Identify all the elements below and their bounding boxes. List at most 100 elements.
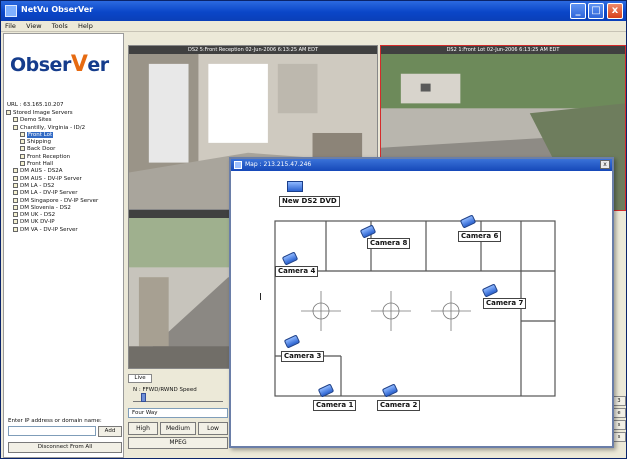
ip-address-input[interactable] [8,426,96,436]
camera-node-icon [20,161,25,167]
camera-caption: DS2 5:Front Reception 02-Jun-2006 6:13:2… [129,46,377,54]
ip-prompt-label: Enter IP address or domain name: [8,418,102,424]
tree-item-label: Demo Sites [20,117,52,124]
right-strip-item[interactable]: e [612,408,626,418]
close-button[interactable]: x [607,3,623,19]
dvd-label[interactable]: New DS2 DVD [279,196,340,207]
camera-node-icon [20,153,25,159]
server-node-icon [13,204,18,210]
camera-6-label[interactable]: Camera 6 [458,231,502,242]
tree-item-label: DM AUS - DS2A [20,168,63,175]
mpeg-button[interactable]: MPEG [128,437,228,449]
tree-item[interactable]: DM LA - DV-IP Server [6,190,124,197]
tree-item-label: DM Singapore - DV-IP Server [20,197,99,204]
tree-item-label: Stored Image Servers [13,110,73,116]
tree-item[interactable]: DM AUS - DV-IP Server [6,175,124,183]
server-url: URL : 63.165.10.207 [7,102,64,108]
tree-item[interactable]: Front Reception [6,153,124,161]
tree-item[interactable]: Front Hall [6,161,124,168]
tree-item[interactable]: DM UK - DS2 [6,212,124,219]
server-node-icon [13,117,18,123]
title-bar: NetVu ObserVer _ □ x [1,1,626,21]
server-node-icon [13,175,18,181]
tree-item-label: DM AUS - DV-IP Server [20,175,82,182]
camera-4-label[interactable]: Camera 4 [275,266,319,277]
tree-item[interactable]: DM Singapore - DV-IP Server [6,197,124,205]
map-window-icon [234,161,242,169]
camera-node-icon [20,146,25,152]
map-close-button[interactable]: x [600,160,610,169]
server-node-icon [13,182,18,188]
tree-item[interactable]: Front Lot [6,131,124,139]
menu-tools[interactable]: Tools [48,21,72,31]
camera-7-label[interactable]: Camera 7 [483,298,527,309]
menu-help[interactable]: Help [74,21,97,31]
tree-item[interactable]: DM VA - DV-IP Server [6,226,124,234]
menu-file[interactable]: File [1,21,20,31]
floor-plan [274,220,556,397]
server-tree: Stored Image Servers Demo Sites Chantilly,… [6,110,124,234]
quality-medium-button[interactable]: Medium [160,422,196,435]
tree-item[interactable]: Stored Image Servers [6,110,124,117]
camera-2-label[interactable]: Camera 2 [377,400,421,411]
tree-item-label: Back Door [27,146,56,153]
map-title-bar: Map : 213.215.47.246 x [231,159,612,171]
live-tab[interactable]: Live [128,374,152,383]
tree-item[interactable]: DM Slovenia - DS2 [6,204,124,212]
minimize-button[interactable]: _ [570,3,586,19]
camera-node-icon [20,131,25,137]
slider-knob[interactable] [141,393,146,402]
tree-item[interactable]: DM UK DV-IP [6,219,124,226]
camera-3-label[interactable]: Camera 3 [281,351,325,362]
observer-logo: ObserVer [10,52,109,77]
server-node-icon [13,212,18,218]
server-node-icon [13,197,18,203]
tree-item[interactable]: Demo Sites [6,117,124,124]
camera-1-label[interactable]: Camera 1 [313,400,357,411]
camera-8-label[interactable]: Camera 8 [367,238,411,249]
tree-item[interactable]: DM AUS - DS2A [6,168,124,175]
tree-item-label: DM UK DV-IP [20,219,55,226]
tree-item-label: DM LA - DV-IP Server [20,190,78,197]
tree-item-label: Chantilly, Virginia - ID/2 [20,124,86,131]
speed-slider[interactable] [133,393,223,402]
add-button[interactable]: Add [98,426,122,437]
tree-item[interactable]: DM LA - DS2 [6,182,124,190]
server-node-icon [13,168,18,174]
tree-item-label: DM LA - DS2 [20,182,55,189]
dvd-recorder-icon [287,181,303,192]
menu-view[interactable]: View [22,21,45,31]
netvu-app-icon [5,5,17,17]
right-strip-item[interactable]: s [612,432,626,442]
layout-select[interactable]: Four Way [128,408,228,418]
text-cursor-icon: I [259,292,262,303]
tree-item[interactable]: Back Door [6,146,124,153]
tree-item-label: DM VA - DV-IP Server [20,226,78,233]
window-title: NetVu ObserVer [21,5,94,14]
tree-item-label: Front Reception [27,153,71,160]
camera-node-icon [20,139,25,145]
right-strip-item[interactable]: s [612,420,626,430]
tree-item-label: Shipping [27,139,51,146]
server-node-icon [13,219,18,225]
tree-item-label: Front Lot [27,131,54,138]
server-node-icon [13,124,18,130]
maximize-button[interactable]: □ [588,3,604,19]
server-node-icon [13,226,18,232]
tree-item-label: Front Hall [27,161,54,168]
map-title: Map : 213.215.47.246 [245,161,312,168]
tree-item[interactable]: Shipping [6,139,124,146]
camera-caption: DS2 1:Front Lot 02-Jun-2006 6:13:25 AM E… [381,46,625,54]
tree-item[interactable]: Chantilly, Virginia - ID/2 [6,124,124,132]
disconnect-all-button[interactable]: Disconnect From All [8,442,122,453]
quality-low-button[interactable]: Low [198,422,228,435]
quality-high-button[interactable]: High [128,422,158,435]
server-node-icon [13,190,18,196]
right-strip-item[interactable]: 3 [612,396,626,406]
observer-window: NetVu ObserVer _ □ x File View Tools Hel… [0,0,627,459]
tree-item-label: DM UK - DS2 [20,212,56,219]
server-node-icon [6,110,11,115]
left-panel: ObserVer URL : 63.165.10.207 Stored Imag… [3,33,124,458]
map-window: Map : 213.215.47.246 x New DS2 DVD Camer… [229,157,614,448]
tree-item-label: DM Slovenia - DS2 [20,204,71,211]
